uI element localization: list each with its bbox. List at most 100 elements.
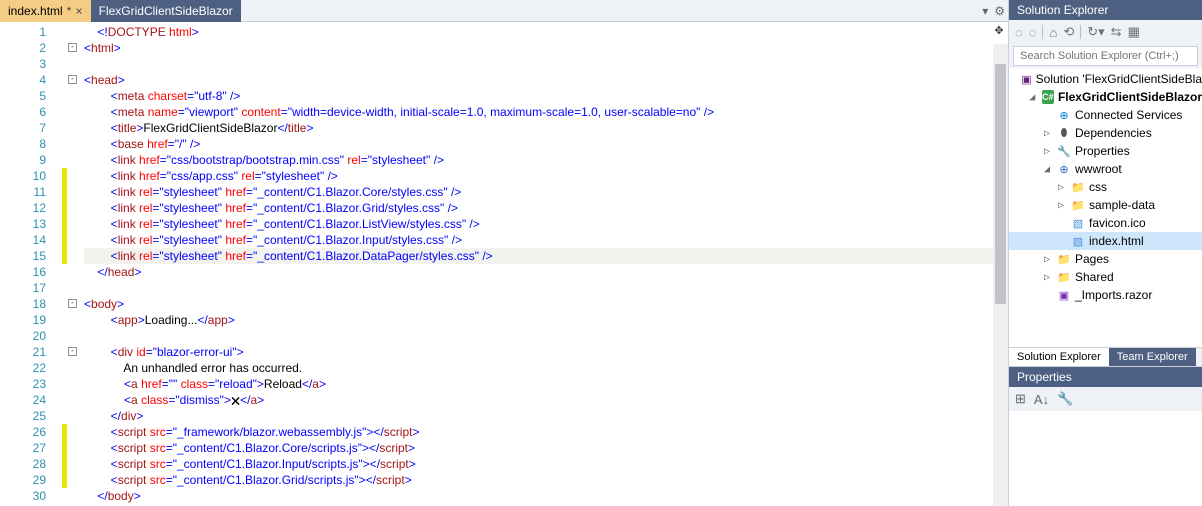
tree-item[interactable]: ▧favicon.ico [1009,214,1202,232]
code-line[interactable]: - <div id="blazor-error-ui"> [84,344,1008,360]
code-line[interactable]: <!DOCTYPE html> [84,24,1008,40]
forward-icon[interactable]: ◌ [1029,25,1037,40]
tree-twisty[interactable]: ▷ [1041,146,1053,157]
back-icon[interactable]: ◌ [1015,25,1023,40]
code-line[interactable] [84,56,1008,72]
code-line[interactable]: -<body> [84,296,1008,312]
line-number: 25 [0,408,46,424]
alphabetical-icon[interactable]: A↓ [1034,392,1049,407]
tree-item[interactable]: ▷📁Pages [1009,250,1202,268]
tree-label: sample-data [1089,198,1155,212]
categorized-icon[interactable]: ⊞ [1015,391,1026,407]
code-line[interactable]: <link rel="stylesheet" href="_content/C1… [84,200,1008,216]
tab-team-explorer[interactable]: Team Explorer [1109,348,1196,366]
tree-item[interactable]: ▷⬮Dependencies [1009,124,1202,142]
show-all-icon[interactable]: ▦ [1128,24,1140,40]
editor-scrollbar[interactable] [993,44,1008,506]
tree-item[interactable]: ◢⊕wwwroot [1009,160,1202,178]
code-line[interactable]: <script src="_content/C1.Blazor.Grid/scr… [84,472,1008,488]
folder-icon: 📁 [1057,270,1071,284]
code-line[interactable]: </body> [84,488,1008,504]
tree-item[interactable]: ▷ 📁 Shared [1009,268,1202,286]
folder-icon: 📁 [1057,252,1071,266]
tree-item[interactable]: ▣Solution 'FlexGridClientSideBla [1009,70,1202,88]
collapse-icon[interactable]: ⇆ [1111,24,1122,40]
change-marker [62,440,67,456]
outline-toggle[interactable]: - [68,75,77,84]
code-line[interactable]: <script src="_content/C1.Blazor.Core/scr… [84,440,1008,456]
proj-icon: C# [1042,90,1054,104]
editor-tab[interactable]: index.html*× [0,0,91,22]
outline-toggle[interactable]: - [68,347,77,356]
change-marker [62,200,67,216]
tree-label: Shared [1075,270,1114,284]
dirty-indicator: * [67,4,72,18]
dep-icon: ⬮ [1057,126,1071,140]
gear-icon[interactable]: ⚙ [994,4,1005,18]
code-line[interactable]: <link rel="stylesheet" href="_content/C1… [84,248,1008,264]
tab-overflow-icon[interactable]: ▾ [982,4,988,18]
code-line[interactable] [84,280,1008,296]
change-marker [62,184,67,200]
sync-icon[interactable]: ⟲ [1063,24,1074,40]
code-line[interactable]: -<head> [84,72,1008,88]
tree-twisty[interactable]: ▷ [1055,182,1067,193]
home-icon[interactable]: ⌂ [1049,25,1057,40]
code-line[interactable]: </div> [84,408,1008,424]
code-line[interactable]: <a class="dismiss">🗙</a> [84,392,1008,408]
close-icon[interactable]: × [75,4,82,18]
line-number: 29 [0,472,46,488]
code-line[interactable] [84,328,1008,344]
tree-twisty[interactable]: ◢ [1027,92,1038,103]
outline-toggle[interactable]: - [68,43,77,52]
tree-label: css [1089,180,1107,194]
tree-twisty[interactable]: ◢ [1041,164,1053,175]
tree-label: favicon.ico [1089,216,1146,230]
tree-twisty[interactable]: ▷ [1055,200,1067,211]
code-line[interactable]: <link href="css/app.css" rel="stylesheet… [84,168,1008,184]
line-number: 9 [0,152,46,168]
line-number: 13 [0,216,46,232]
line-number: 12 [0,200,46,216]
tree-item[interactable]: ▷📁sample-data [1009,196,1202,214]
tree-twisty[interactable]: ▷ [1041,128,1053,139]
change-marker [62,216,67,232]
solution-search-input[interactable] [1013,46,1198,66]
editor-tab[interactable]: FlexGridClientSideBlazor [91,0,241,22]
code-line[interactable]: An unhandled error has occurred. [84,360,1008,376]
tree-item[interactable]: ◢C#FlexGridClientSideBlazor [1009,88,1202,106]
outline-toggle[interactable]: - [68,299,77,308]
tree-item[interactable]: ▣_Imports.razor [1009,286,1202,304]
scrollbar-thumb[interactable] [995,64,1006,304]
code-line[interactable]: <a href="" class="reload">Reload</a> [84,376,1008,392]
tree-item[interactable]: ▧index.html [1009,232,1202,250]
line-number: 2 [0,40,46,56]
code-line[interactable]: <meta name="viewport" content="width=dev… [84,104,1008,120]
code-line[interactable]: <app>Loading...</app> [84,312,1008,328]
code-line[interactable]: <base href="/" /> [84,136,1008,152]
tree-twisty[interactable]: ▷ [1041,272,1053,283]
code-line[interactable]: </head> [84,264,1008,280]
wrench-icon[interactable]: 🔧 [1057,391,1073,407]
code-editor[interactable]: <!DOCTYPE html>-<html> -<head> <meta char… [60,22,1008,506]
tab-solution-explorer[interactable]: Solution Explorer [1009,348,1109,366]
tree-item[interactable]: ⊕Connected Services [1009,106,1202,124]
code-line[interactable]: <script src="_framework/blazor.webassemb… [84,424,1008,440]
solution-tree[interactable]: ▣Solution 'FlexGridClientSideBla◢C#FlexG… [1009,68,1202,347]
tree-item[interactable]: ▷📁css [1009,178,1202,196]
refresh-icon[interactable]: ↻▾ [1087,24,1104,40]
code-line[interactable]: <link rel="stylesheet" href="_content/C1… [84,232,1008,248]
code-line[interactable]: <meta charset="utf-8" /> [84,88,1008,104]
line-number: 7 [0,120,46,136]
tree-twisty[interactable]: ▷ [1041,254,1053,265]
code-line[interactable]: -<html> [84,40,1008,56]
code-line[interactable]: <link rel="stylesheet" href="_content/C1… [84,184,1008,200]
tree-item[interactable]: ▷🔧Properties [1009,142,1202,160]
code-line[interactable]: <script src="_content/C1.Blazor.Input/sc… [84,456,1008,472]
code-line[interactable]: <link rel="stylesheet" href="_content/C1… [84,216,1008,232]
code-line[interactable]: <link href="css/bootstrap/bootstrap.min.… [84,152,1008,168]
solution-explorer-title: Solution Explorer [1009,0,1202,20]
code-line[interactable]: <title>FlexGridClientSideBlazor</title> [84,120,1008,136]
line-number: 3 [0,56,46,72]
toolbar-divider [1080,25,1081,39]
